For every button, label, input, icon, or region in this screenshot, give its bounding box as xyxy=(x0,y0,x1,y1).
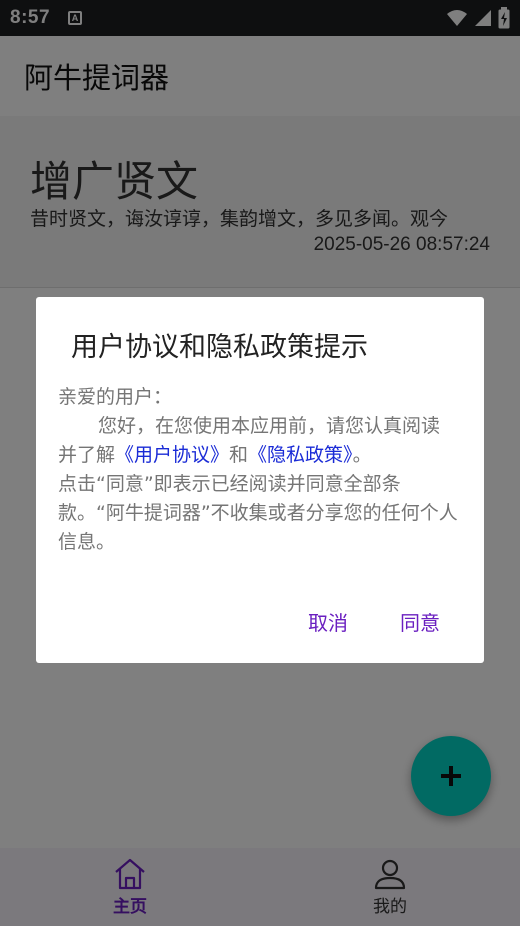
dialog-period: 。 xyxy=(352,444,372,466)
privacy-policy-link[interactable]: 《隐私政策》 xyxy=(248,444,353,466)
dialog-paragraph-1: 您好，在您使用本应用前，请您认真阅读并了解《用户协议》和《隐私政策》。 xyxy=(58,412,458,470)
dialog-body: 亲爱的用户： 您好，在您使用本应用前，请您认真阅读并了解《用户协议》和《隐私政策… xyxy=(58,383,458,557)
privacy-dialog: 用户协议和隐私政策提示 亲爱的用户： 您好，在您使用本应用前，请您认真阅读并了解… xyxy=(36,297,484,663)
dialog-greeting: 亲爱的用户： xyxy=(58,386,173,408)
dialog-paragraph-2: 点击“同意”即表示已经阅读并同意全部条款。“阿牛提词器”不收集或者分享您的任何个… xyxy=(58,473,458,553)
user-agreement-link[interactable]: 《用户协议》 xyxy=(115,444,229,466)
agree-button[interactable]: 同意 xyxy=(400,607,440,636)
dialog-actions: 取消 同意 xyxy=(308,607,440,636)
dialog-title: 用户协议和隐私政策提示 xyxy=(71,332,368,363)
cancel-button[interactable]: 取消 xyxy=(308,607,348,636)
dialog-and-text: 和 xyxy=(229,444,249,466)
